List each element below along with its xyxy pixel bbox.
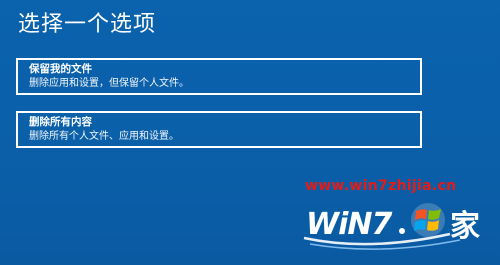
win7zhijia-logo: WiN7 家 — [303, 203, 480, 250]
keep-my-files-option[interactable]: 保留我的文件 删除应用和设置，但保留个人文件。 — [16, 58, 422, 95]
option-title: 删除所有内容 — [29, 116, 92, 128]
option-title: 保留我的文件 — [29, 63, 92, 75]
watermark-url: www.win7zhijia.cn — [305, 178, 457, 194]
svg-text:WiN7: WiN7 — [306, 207, 392, 242]
option-description: 删除应用和设置，但保留个人文件。 — [29, 78, 189, 89]
page-title: 选择一个选项 — [18, 12, 157, 37]
windows-flag-icon — [411, 203, 445, 237]
reset-options-screen: 选择一个选项 保留我的文件 删除应用和设置，但保留个人文件。 删除所有内容 删除… — [0, 0, 500, 265]
option-description: 删除所有个人文件、应用和设置。 — [29, 131, 179, 142]
remove-everything-option[interactable]: 删除所有内容 删除所有个人文件、应用和设置。 — [16, 111, 422, 148]
logo-jia-char: 家 — [450, 209, 480, 244]
